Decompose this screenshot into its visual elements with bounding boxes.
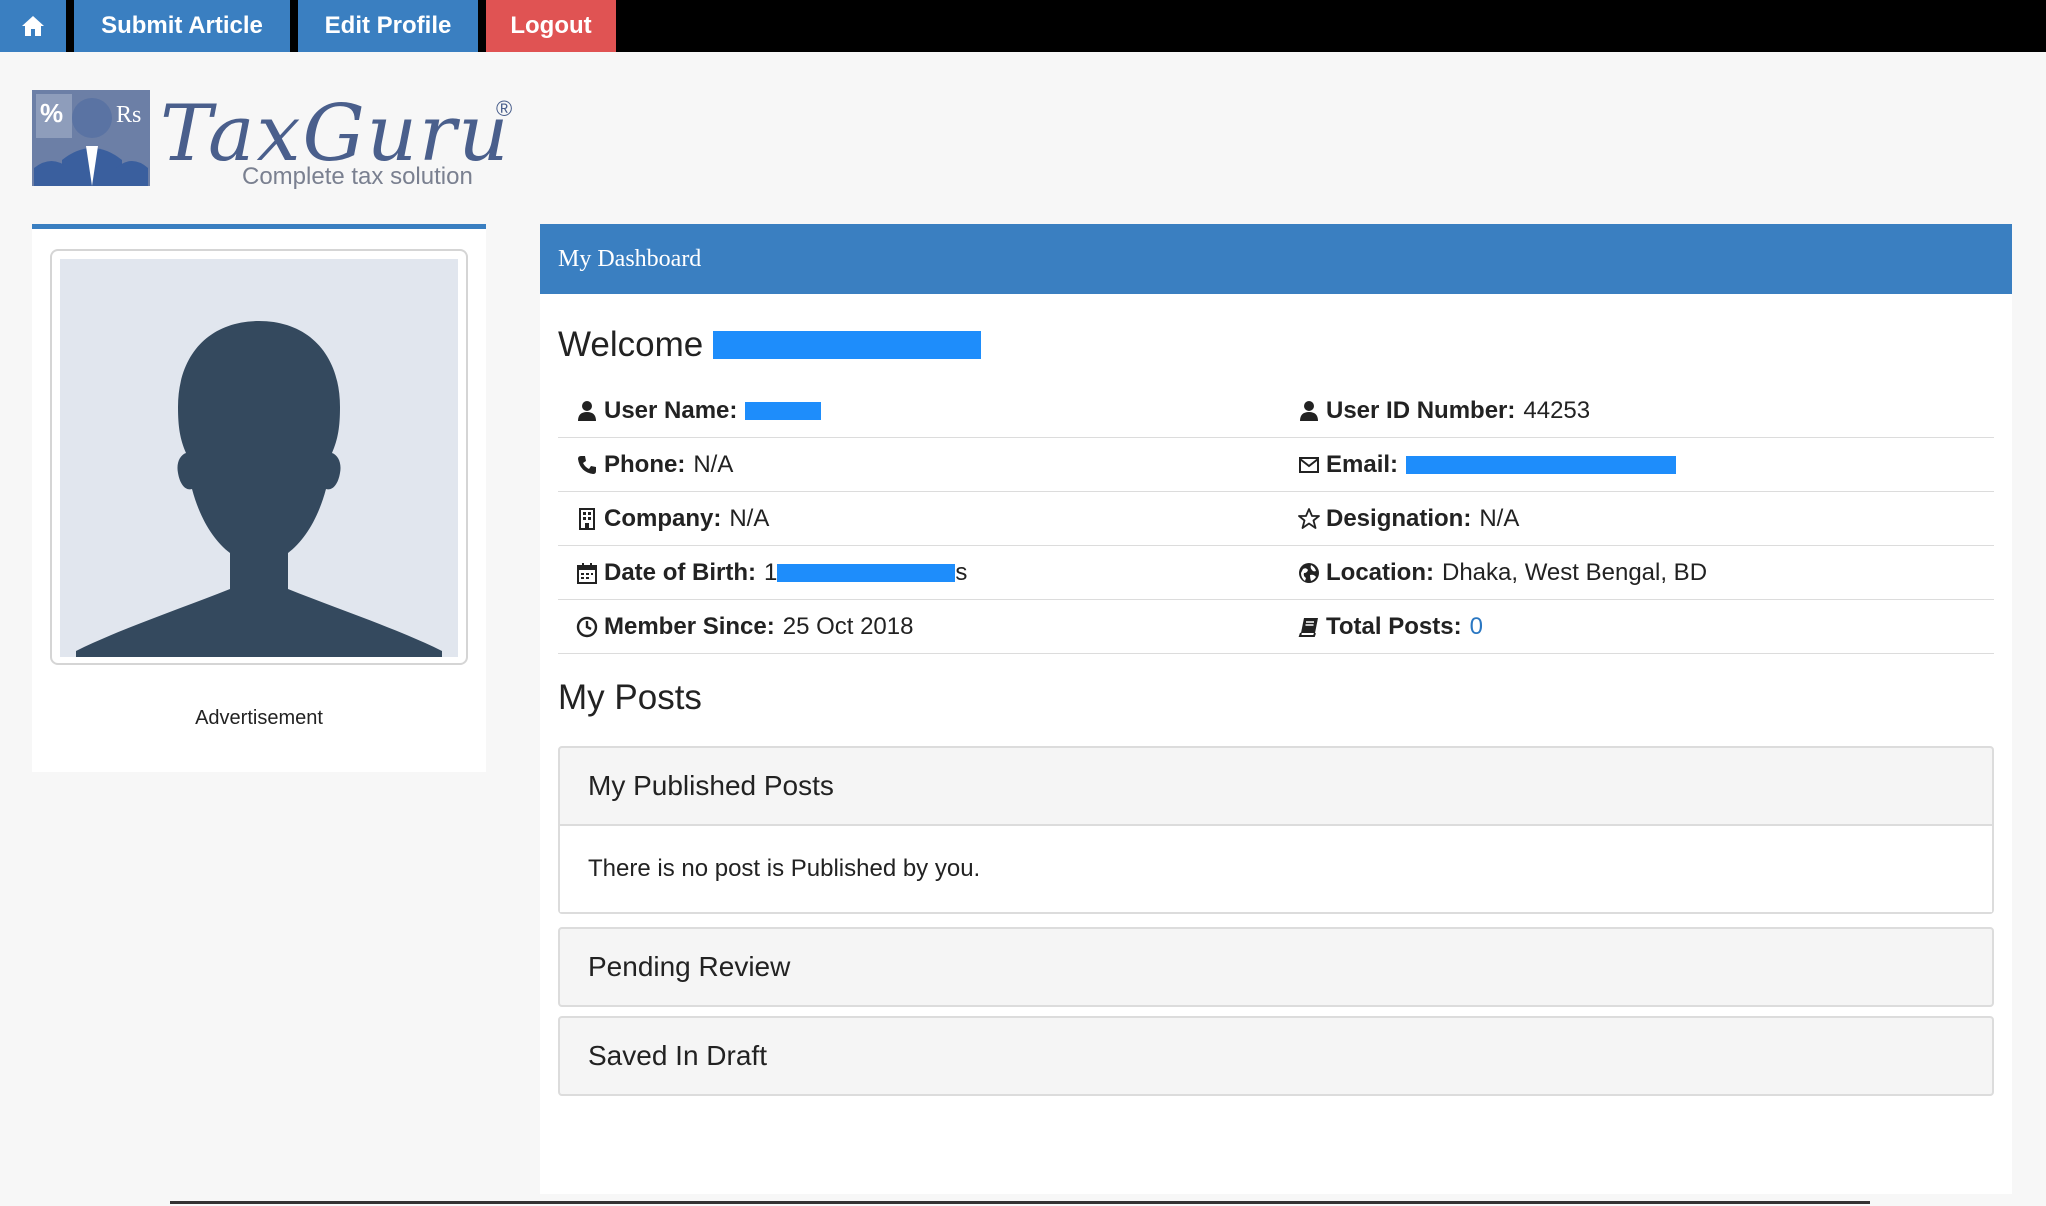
redacted-dob bbox=[777, 563, 956, 582]
email-label: Email: bbox=[1326, 450, 1399, 478]
home-button[interactable] bbox=[0, 0, 66, 52]
bottom-divider bbox=[170, 1201, 1870, 1204]
envelope-icon bbox=[1299, 456, 1319, 473]
info-userid: User ID Number: 44253 bbox=[1280, 397, 1994, 425]
userid-label: User ID Number: bbox=[1326, 396, 1516, 424]
total-posts-label: Total Posts: bbox=[1326, 612, 1462, 640]
userid-value: 44253 bbox=[1523, 396, 1591, 424]
redacted-username bbox=[745, 401, 822, 420]
avatar-image bbox=[60, 259, 458, 657]
saved-draft-panel: Saved In Draft bbox=[558, 1016, 1994, 1096]
published-posts-empty-message: There is no post is Published by you. bbox=[560, 824, 1992, 912]
avatar bbox=[50, 249, 468, 665]
dob-prefix: 1 bbox=[764, 558, 778, 586]
phone-icon bbox=[578, 455, 596, 474]
designation-label: Designation: bbox=[1326, 504, 1472, 532]
info-email: Email: bbox=[1280, 451, 1994, 479]
phone-label: Phone: bbox=[604, 450, 686, 478]
pending-review-panel: Pending Review bbox=[558, 927, 1994, 1007]
location-label: Location: bbox=[1326, 558, 1434, 586]
member-since-label: Member Since: bbox=[604, 612, 775, 640]
logo-rs: Rs bbox=[116, 102, 141, 128]
top-navbar: Submit Article Edit Profile Logout bbox=[0, 0, 2046, 52]
edit-profile-button[interactable]: Edit Profile bbox=[298, 0, 478, 52]
total-posts-link[interactable]: 0 bbox=[1470, 613, 1483, 641]
user-icon bbox=[1300, 400, 1318, 421]
home-icon bbox=[22, 16, 44, 36]
info-username: User Name: bbox=[558, 397, 1280, 425]
info-row: User Name: User ID Number: 44253 bbox=[558, 384, 1994, 438]
saved-draft-header[interactable]: Saved In Draft bbox=[560, 1018, 1992, 1094]
taxguru-logo[interactable]: % Rs TaxGuru ® Complete tax solution bbox=[32, 86, 532, 190]
info-location: Location: Dhaka, West Bengal, BD bbox=[1280, 559, 1994, 587]
dashboard-panel: My Dashboard Welcome User Name: User ID … bbox=[540, 224, 2012, 1194]
company-label: Company: bbox=[604, 504, 722, 532]
globe-icon bbox=[1299, 562, 1319, 583]
calendar-icon bbox=[577, 562, 597, 584]
my-posts-heading: My Posts bbox=[558, 678, 702, 717]
info-designation: Designation: N/A bbox=[1280, 505, 1994, 533]
book-icon bbox=[1298, 617, 1318, 637]
taxguru-logo-graphic: % Rs TaxGuru ® Complete tax solution bbox=[32, 89, 512, 190]
info-row: Member Since: 25 Oct 2018 Total Posts: 0 bbox=[558, 600, 1994, 654]
user-info-table: User Name: User ID Number: 44253 Phone: … bbox=[558, 384, 1994, 654]
redacted-email bbox=[1406, 455, 1677, 474]
info-company: Company: N/A bbox=[558, 505, 1280, 533]
welcome-label: Welcome bbox=[558, 325, 704, 364]
pending-review-header[interactable]: Pending Review bbox=[560, 929, 1992, 1005]
redacted-user-fullname bbox=[713, 331, 982, 359]
logo-percent: % bbox=[40, 98, 63, 128]
clock-icon bbox=[576, 616, 598, 637]
info-row: Date of Birth: 1 s Location: Dhaka, West… bbox=[558, 546, 1994, 600]
location-value: Dhaka, West Bengal, BD bbox=[1442, 558, 1708, 586]
username-label: User Name: bbox=[604, 396, 738, 424]
phone-value: N/A bbox=[693, 450, 734, 478]
user-silhouette-icon bbox=[76, 321, 442, 657]
welcome-heading: Welcome bbox=[558, 320, 982, 370]
logout-button[interactable]: Logout bbox=[486, 0, 616, 52]
published-posts-panel: My Published Posts There is no post is P… bbox=[558, 746, 1994, 914]
submit-article-button[interactable]: Submit Article bbox=[74, 0, 290, 52]
member-since-value: 25 Oct 2018 bbox=[782, 612, 914, 640]
info-total-posts: Total Posts: 0 bbox=[1280, 613, 1994, 641]
dob-label: Date of Birth: bbox=[604, 558, 756, 586]
designation-value: N/A bbox=[1479, 504, 1520, 532]
building-icon bbox=[579, 507, 595, 530]
profile-sidebar: Advertisement bbox=[32, 224, 486, 772]
dob-suffix: s bbox=[955, 558, 968, 586]
info-dob: Date of Birth: 1 s bbox=[558, 559, 1280, 587]
dashboard-header: My Dashboard bbox=[540, 224, 2012, 294]
info-phone: Phone: N/A bbox=[558, 451, 1280, 479]
info-row: Phone: N/A Email: bbox=[558, 438, 1994, 492]
info-member-since: Member Since: 25 Oct 2018 bbox=[558, 613, 1280, 641]
company-value: N/A bbox=[729, 504, 770, 532]
info-row: Company: N/A Designation: N/A bbox=[558, 492, 1994, 546]
logo-registered: ® bbox=[496, 96, 512, 121]
user-icon bbox=[578, 400, 596, 421]
advertisement-label: Advertisement bbox=[195, 707, 323, 729]
published-posts-header[interactable]: My Published Posts bbox=[560, 748, 1992, 824]
star-icon bbox=[1298, 507, 1320, 529]
logo-tagline: Complete tax solution bbox=[242, 163, 473, 190]
